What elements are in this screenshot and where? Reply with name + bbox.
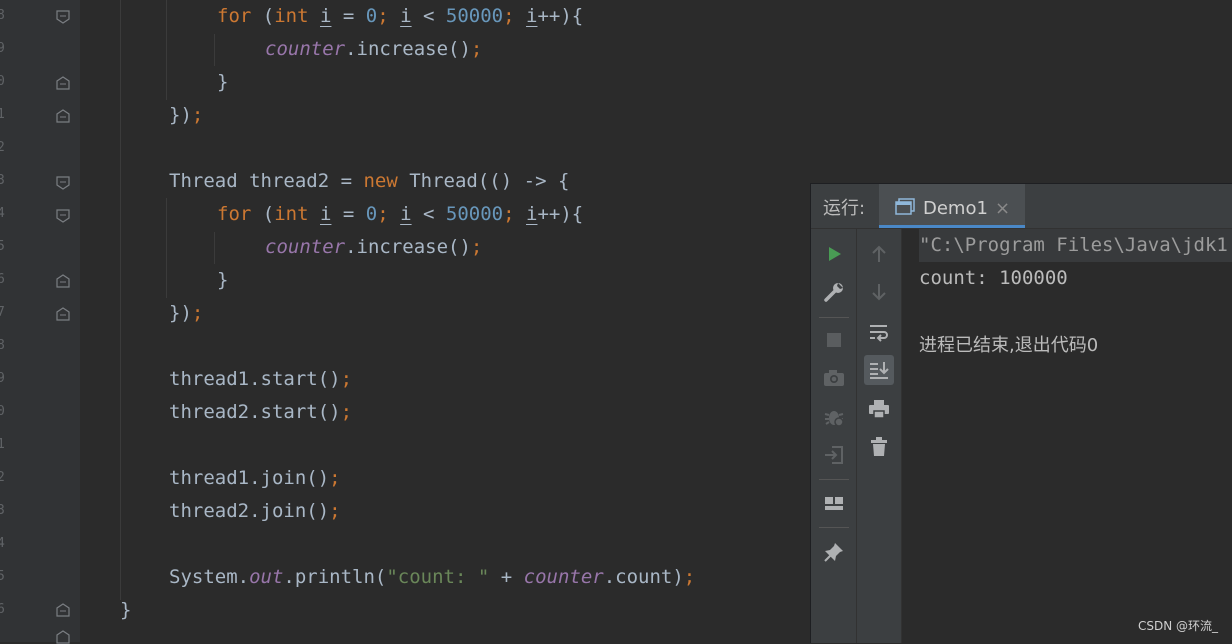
stop-icon[interactable] xyxy=(819,325,849,355)
fold-open-icon[interactable] xyxy=(56,10,70,24)
indent-guide xyxy=(214,232,215,264)
run-title: 运行: xyxy=(823,198,866,219)
line-number: 9 xyxy=(0,41,5,56)
line-number: 3 xyxy=(0,173,5,188)
console-output-line: count: 100000 xyxy=(919,267,1068,289)
line-number: 6 xyxy=(0,602,5,617)
code-line: Thread thread2 = new Thread(() -> { xyxy=(169,170,570,192)
wrench-icon[interactable] xyxy=(819,277,849,307)
code-line: } xyxy=(217,71,229,93)
code-line: System.out.println("count: " + counter.c… xyxy=(169,566,696,588)
run-icon[interactable] xyxy=(819,239,849,269)
fold-close-icon[interactable] xyxy=(56,109,70,123)
print-icon[interactable] xyxy=(864,394,894,424)
code-line: }); xyxy=(169,302,204,324)
indent-guide xyxy=(214,34,215,66)
toolbar-separator xyxy=(819,527,849,528)
arrow-down-icon[interactable] xyxy=(864,277,894,307)
line-number: 3 xyxy=(0,503,5,518)
exit-icon[interactable] xyxy=(819,440,849,470)
trash-icon[interactable] xyxy=(864,432,894,462)
indent-guide xyxy=(166,0,167,100)
run-toolbar-right xyxy=(857,229,902,643)
code-line: } xyxy=(120,599,132,621)
code-line: counter.increase(); xyxy=(265,38,483,60)
fold-close-icon[interactable] xyxy=(56,274,70,288)
toolbar-separator xyxy=(819,317,849,318)
scroll-to-end-icon[interactable] xyxy=(864,355,894,385)
console-window-icon xyxy=(895,198,915,216)
camera-icon[interactable] xyxy=(819,363,849,393)
line-number: 8 xyxy=(0,8,5,23)
code-line: } xyxy=(217,269,229,291)
console-output[interactable]: "C:\Program Files\Java\jdk1 count: 10000… xyxy=(903,229,1232,643)
line-number: 4 xyxy=(0,206,5,221)
code-line: }); xyxy=(169,104,204,126)
run-tool-window: 运行: Demo1 × "C:\Program Files\Java\jdk1 … xyxy=(810,183,1232,643)
code-line: thread2.start(); xyxy=(169,401,353,423)
console-command-line: "C:\Program Files\Java\jdk1 xyxy=(919,229,1232,262)
code-line: thread1.start(); xyxy=(169,368,353,390)
watermark: CSDN @环流_ xyxy=(1137,619,1218,633)
code-line: thread2.join(); xyxy=(169,500,341,522)
fold-close-icon[interactable] xyxy=(56,76,70,90)
tab-label: Demo1 xyxy=(923,198,988,219)
code-line: for (int i = 0; i < 50000; i++){ xyxy=(217,203,584,225)
code-line: thread1.join(); xyxy=(169,467,341,489)
code-line: for (int i = 0; i < 50000; i++){ xyxy=(217,5,584,27)
close-icon[interactable]: × xyxy=(995,184,1010,234)
fold-close-icon[interactable] xyxy=(56,307,70,321)
line-number: 6 xyxy=(0,272,5,287)
indent-guide xyxy=(166,198,167,298)
layout-icon[interactable] xyxy=(819,489,849,519)
line-number: 1 xyxy=(0,437,5,452)
fold-close-icon[interactable] xyxy=(56,603,70,617)
editor-gutter: 8 9 0 1 2 3 4 5 6 7 8 9 0 1 2 3 4 5 6 xyxy=(0,0,80,644)
line-number: 0 xyxy=(0,404,5,419)
line-number: 2 xyxy=(0,470,5,485)
line-number: 2 xyxy=(0,140,5,155)
arrow-up-icon[interactable] xyxy=(864,239,894,269)
line-number: 5 xyxy=(0,239,5,254)
line-number: 0 xyxy=(0,74,5,89)
line-number: 9 xyxy=(0,371,5,386)
pin-icon[interactable] xyxy=(819,537,849,567)
line-number: 1 xyxy=(0,107,5,122)
line-number: 4 xyxy=(0,536,5,551)
fold-open-icon[interactable] xyxy=(56,209,70,223)
run-toolbar-left xyxy=(811,229,857,643)
line-number: 5 xyxy=(0,569,5,584)
run-header: 运行: Demo1 × xyxy=(811,184,1232,229)
soft-wrap-icon[interactable] xyxy=(864,317,894,347)
code-line: counter.increase(); xyxy=(265,236,483,258)
debug-icon[interactable] xyxy=(819,402,849,432)
tab-demo1[interactable]: Demo1 × xyxy=(879,184,1025,228)
fold-open-icon[interactable] xyxy=(56,176,70,190)
toolbar-separator xyxy=(819,479,849,480)
indent-guide xyxy=(120,0,121,600)
line-number: 7 xyxy=(0,305,5,320)
console-exit-line: 进程已结束,退出代码0 xyxy=(919,335,1099,356)
line-number: 8 xyxy=(0,338,5,353)
